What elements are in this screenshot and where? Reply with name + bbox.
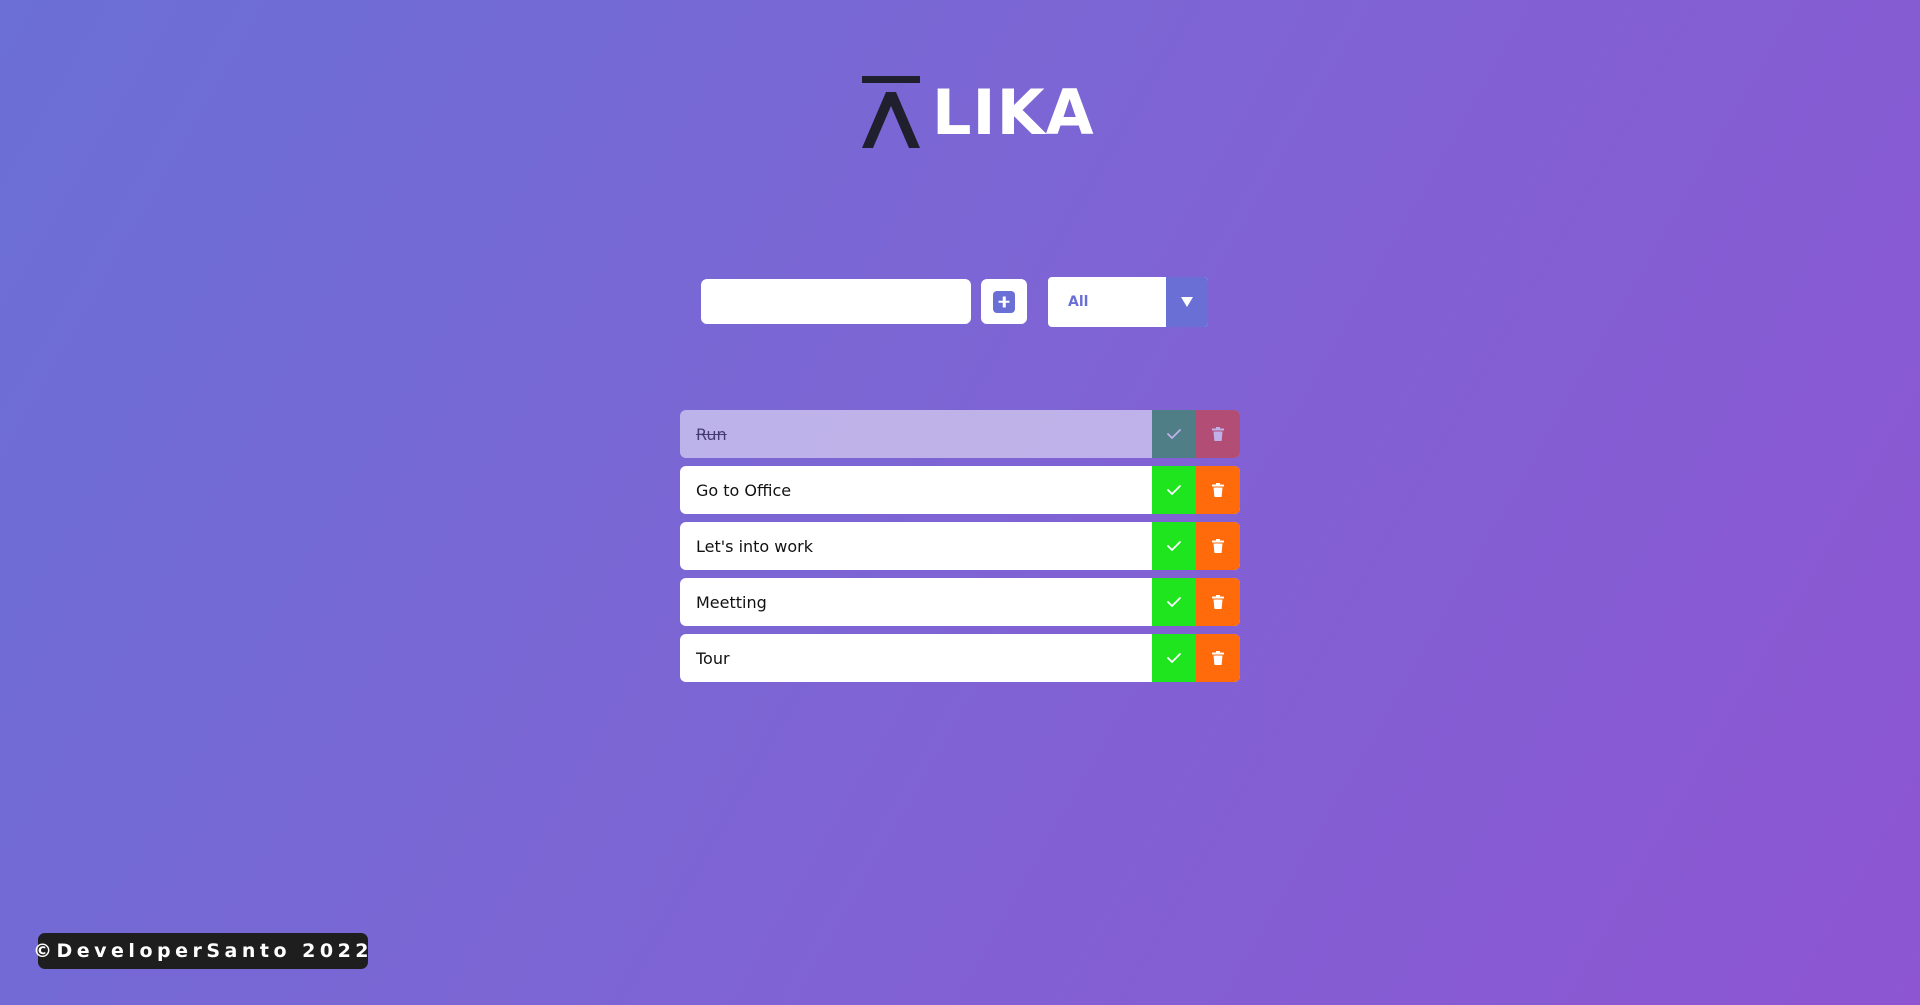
complete-button[interactable] <box>1152 466 1196 514</box>
check-icon <box>1167 596 1181 608</box>
complete-button[interactable] <box>1152 410 1196 458</box>
complete-button[interactable] <box>1152 578 1196 626</box>
todo-item: Tour <box>680 634 1240 682</box>
complete-button[interactable] <box>1152 522 1196 570</box>
brand-name: LIKA <box>932 76 1095 149</box>
todo-input[interactable] <box>701 279 971 324</box>
brand-logo: LIKA <box>862 72 1095 148</box>
check-icon <box>1167 540 1181 552</box>
todo-item: Go to Office <box>680 466 1240 514</box>
trash-icon <box>1212 483 1224 497</box>
complete-button[interactable] <box>1152 634 1196 682</box>
add-todo-button[interactable] <box>981 279 1027 324</box>
todo-item: Run <box>680 410 1240 458</box>
delete-button[interactable] <box>1196 634 1240 682</box>
check-icon <box>1167 652 1181 664</box>
plus-square-icon <box>993 290 1015 313</box>
triangle-down-icon <box>1181 297 1193 307</box>
delete-button[interactable] <box>1196 466 1240 514</box>
todo-list: Run Go to Office Let's into work Meettin… <box>680 410 1240 690</box>
todo-text: Go to Office <box>696 480 792 500</box>
todo-text: Tour <box>696 648 730 668</box>
filter-dropdown-arrow[interactable] <box>1166 277 1208 327</box>
trash-icon <box>1212 427 1224 441</box>
delete-button[interactable] <box>1196 410 1240 458</box>
check-icon <box>1167 484 1181 496</box>
trash-icon <box>1212 651 1224 665</box>
todo-item: Meetting <box>680 578 1240 626</box>
filter-select[interactable]: All <box>1048 277 1208 327</box>
check-icon <box>1167 428 1181 440</box>
todo-text: Meetting <box>696 592 767 612</box>
todo-text: Let's into work <box>696 536 814 556</box>
filter-selected-value: All <box>1068 294 1089 310</box>
footer-credit: ©DeveloperSanto 2022 <box>33 933 369 969</box>
todo-item: Let's into work <box>680 522 1240 570</box>
delete-button[interactable] <box>1196 578 1240 626</box>
todo-text: Run <box>696 424 727 444</box>
trash-icon <box>1212 595 1224 609</box>
trash-icon <box>1212 539 1224 553</box>
delete-button[interactable] <box>1196 522 1240 570</box>
a-bar-logo-icon <box>862 76 920 148</box>
